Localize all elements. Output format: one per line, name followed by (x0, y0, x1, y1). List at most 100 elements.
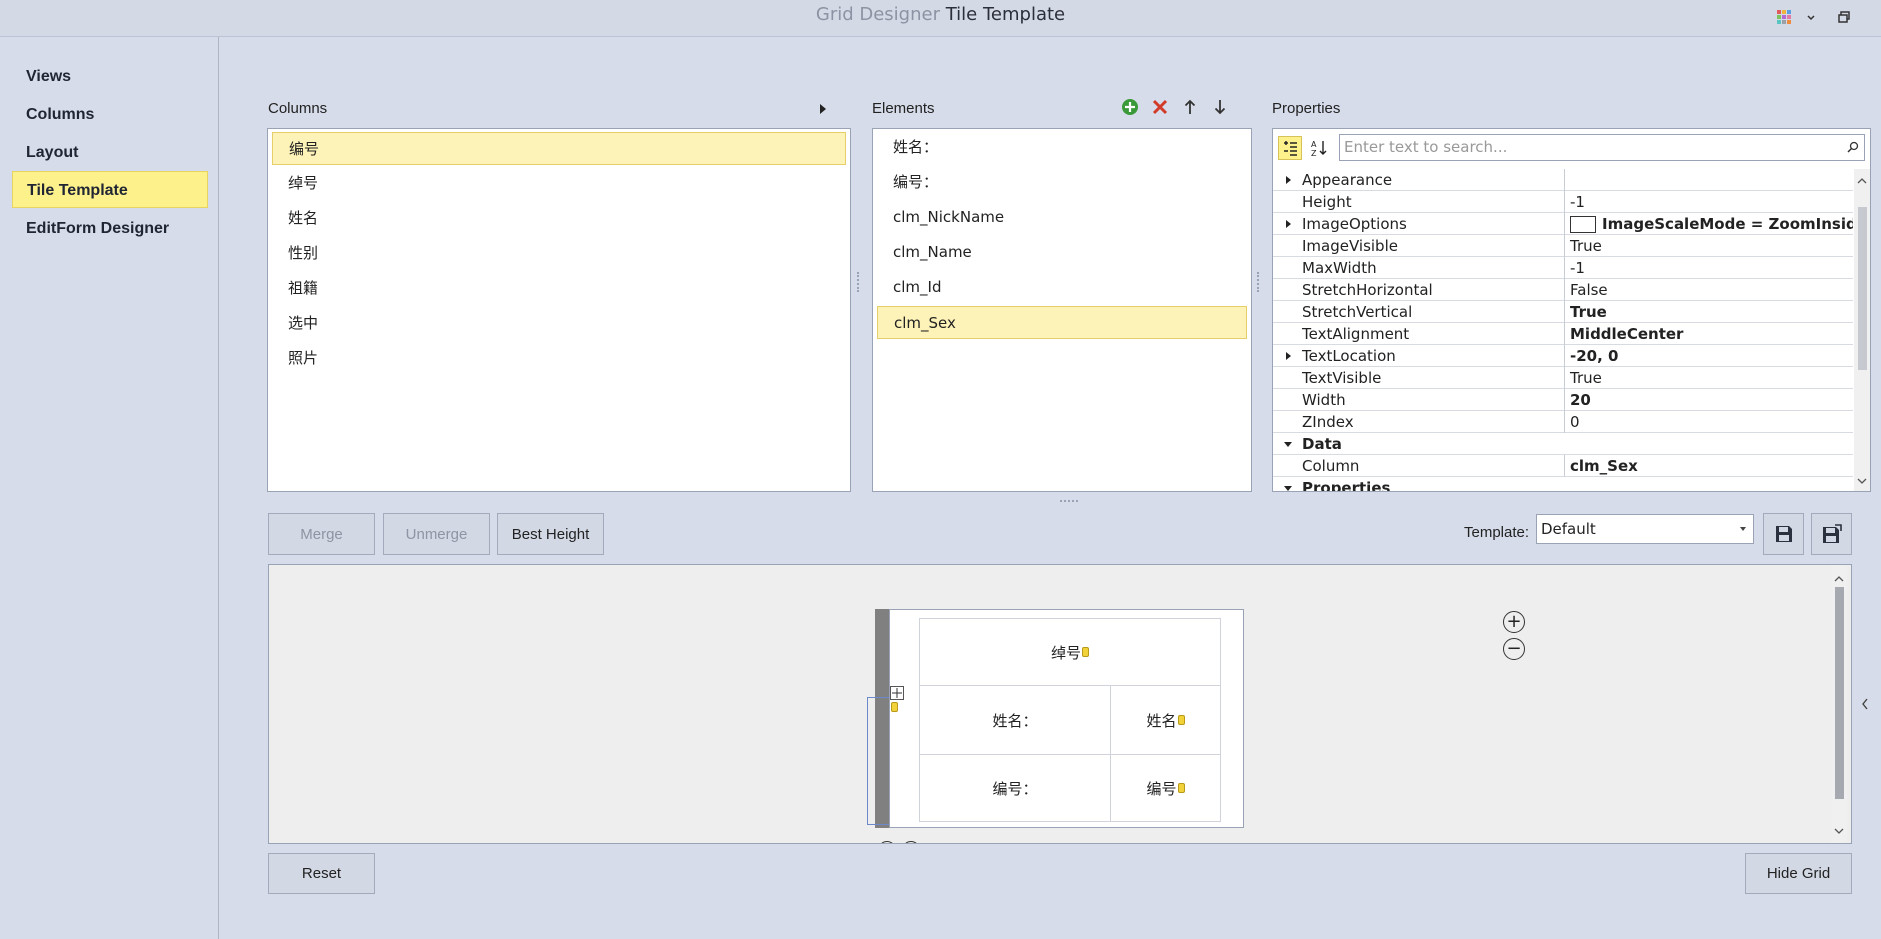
category-row-properties[interactable]: Properties (1273, 477, 1853, 491)
column-item[interactable]: 祖籍 (272, 272, 846, 305)
nav-item-tile-template[interactable]: Tile Template (12, 171, 208, 208)
save-as-template-button[interactable] (1811, 513, 1852, 555)
scroll-thumb[interactable] (1835, 587, 1844, 799)
expand-icon[interactable] (1277, 169, 1299, 191)
restore-window-icon[interactable] (1833, 7, 1855, 27)
columns-list[interactable]: 编号 绰号 姓名 性别 祖籍 选中 照片 (267, 128, 851, 492)
property-row[interactable]: MaxWidth -1 (1273, 257, 1853, 279)
scroll-up-icon[interactable] (1834, 570, 1844, 586)
property-value[interactable]: clm_Sex (1566, 455, 1853, 477)
tile-card[interactable]: 绰号 姓名： 姓名 编号： 编号 (889, 609, 1244, 828)
category-row-data[interactable]: Data (1273, 433, 1853, 455)
property-value[interactable]: -1 (1566, 191, 1853, 213)
property-scrollbar[interactable] (1854, 169, 1870, 491)
categorized-view-icon[interactable] (1278, 136, 1302, 160)
tile-cell[interactable]: 编号 (1110, 754, 1221, 822)
property-name: Column (1301, 455, 1565, 477)
property-row[interactable]: Column clm_Sex (1273, 455, 1853, 477)
property-row[interactable]: Appearance (1273, 169, 1853, 191)
sort-alphabetical-icon[interactable]: AZ (1307, 136, 1331, 160)
property-value[interactable]: -20, 0 (1566, 345, 1853, 367)
property-search-input[interactable]: Enter text to search... (1339, 134, 1865, 161)
move-handle-icon[interactable] (890, 686, 904, 700)
property-row[interactable]: Width 20 (1273, 389, 1853, 411)
column-item[interactable]: 姓名 (272, 202, 846, 235)
property-value[interactable]: MiddleCenter (1566, 323, 1853, 345)
property-value[interactable]: 20 (1566, 389, 1853, 411)
tile-cell[interactable]: 姓名 (1110, 685, 1221, 755)
property-row[interactable]: StretchVertical True (1273, 301, 1853, 323)
tile-cell[interactable]: 姓名： (919, 685, 1111, 755)
column-item[interactable]: 照片 (272, 342, 846, 375)
property-row[interactable]: TextAlignment MiddleCenter (1273, 323, 1853, 345)
move-down-icon[interactable] (1209, 96, 1231, 118)
nav-item-views[interactable]: Views (12, 58, 208, 95)
expand-icon[interactable] (1277, 213, 1299, 235)
save-template-button[interactable] (1763, 513, 1804, 555)
element-item[interactable]: clm_Name (877, 236, 1247, 269)
property-value[interactable]: ImageScaleMode = ZoomInside, In (1566, 213, 1853, 235)
tile-cell[interactable]: 编号： (919, 754, 1111, 822)
chevron-down-icon[interactable] (1800, 7, 1822, 27)
property-row[interactable]: StretchHorizontal False (1273, 279, 1853, 301)
element-item[interactable]: 姓名： (877, 131, 1247, 164)
scroll-thumb[interactable] (1858, 207, 1867, 370)
remove-column-icon[interactable] (902, 841, 920, 843)
search-icon[interactable] (1844, 138, 1862, 156)
collapse-icon[interactable] (1277, 433, 1299, 455)
expand-right-icon[interactable] (812, 98, 834, 120)
nav-item-editform-designer[interactable]: EditForm Designer (12, 210, 208, 247)
scroll-down-icon[interactable] (1834, 822, 1844, 838)
property-value[interactable]: False (1566, 279, 1853, 301)
property-value[interactable]: True (1566, 367, 1853, 389)
template-dropdown[interactable]: Default (1536, 514, 1754, 544)
add-element-icon[interactable] (1119, 96, 1141, 118)
best-height-button[interactable]: Best Height (497, 513, 604, 555)
expand-icon[interactable] (1277, 345, 1299, 367)
property-row[interactable]: TextLocation -20, 0 (1273, 345, 1853, 367)
hide-grid-button[interactable]: Hide Grid (1745, 853, 1852, 894)
element-item[interactable]: 编号： (877, 166, 1247, 199)
field-marker-icon (1177, 715, 1185, 725)
scroll-down-icon[interactable] (1857, 472, 1867, 488)
tile-preview-area[interactable]: 绰号 姓名： 姓名 编号： 编号 + − (268, 564, 1852, 844)
property-row[interactable]: ZIndex 0 (1273, 411, 1853, 433)
merge-button[interactable]: Merge (268, 513, 375, 555)
collapse-icon[interactable] (1277, 477, 1299, 491)
column-item[interactable]: 选中 (272, 307, 846, 340)
nav-item-columns[interactable]: Columns (12, 96, 208, 133)
element-item[interactable]: clm_Sex (877, 306, 1247, 339)
property-row[interactable]: ImageVisible True (1273, 235, 1853, 257)
add-column-icon[interactable] (878, 841, 896, 843)
splitter-handle[interactable] (1060, 500, 1078, 505)
move-up-icon[interactable] (1179, 96, 1201, 118)
element-item[interactable]: clm_Id (877, 271, 1247, 304)
property-grid[interactable]: AZ Enter text to search... Appearance He… (1272, 128, 1871, 492)
column-item[interactable]: 编号 (272, 132, 846, 165)
tile-cell[interactable]: 绰号 (919, 618, 1221, 686)
property-row[interactable]: Height -1 (1273, 191, 1853, 213)
property-value[interactable] (1566, 169, 1853, 191)
column-item[interactable]: 绰号 (272, 167, 846, 200)
scroll-up-icon[interactable] (1857, 172, 1867, 188)
collapse-panel-left-icon[interactable] (1854, 693, 1876, 715)
property-row[interactable]: TextVisible True (1273, 367, 1853, 389)
unmerge-button[interactable]: Unmerge (383, 513, 490, 555)
property-value[interactable]: -1 (1566, 257, 1853, 279)
splitter-handle[interactable] (1257, 272, 1262, 292)
property-row[interactable]: ImageOptions ImageScaleMode = ZoomInside… (1273, 213, 1853, 235)
palette-icon[interactable] (1773, 7, 1795, 27)
reset-button[interactable]: Reset (268, 853, 375, 894)
delete-element-icon[interactable] (1149, 96, 1171, 118)
element-item[interactable]: clm_NickName (877, 201, 1247, 234)
splitter-handle[interactable] (857, 272, 862, 292)
property-value[interactable]: True (1566, 301, 1853, 323)
preview-scrollbar[interactable] (1831, 565, 1847, 843)
nav-item-layout[interactable]: Layout (12, 134, 208, 171)
property-value[interactable]: True (1566, 235, 1853, 257)
column-item[interactable]: 性别 (272, 237, 846, 270)
elements-list[interactable]: 姓名： 编号： clm_NickName clm_Name clm_Id clm… (872, 128, 1252, 492)
property-value[interactable]: 0 (1566, 411, 1853, 433)
add-row-icon[interactable]: + (1503, 611, 1525, 633)
remove-row-icon[interactable]: − (1503, 638, 1525, 660)
